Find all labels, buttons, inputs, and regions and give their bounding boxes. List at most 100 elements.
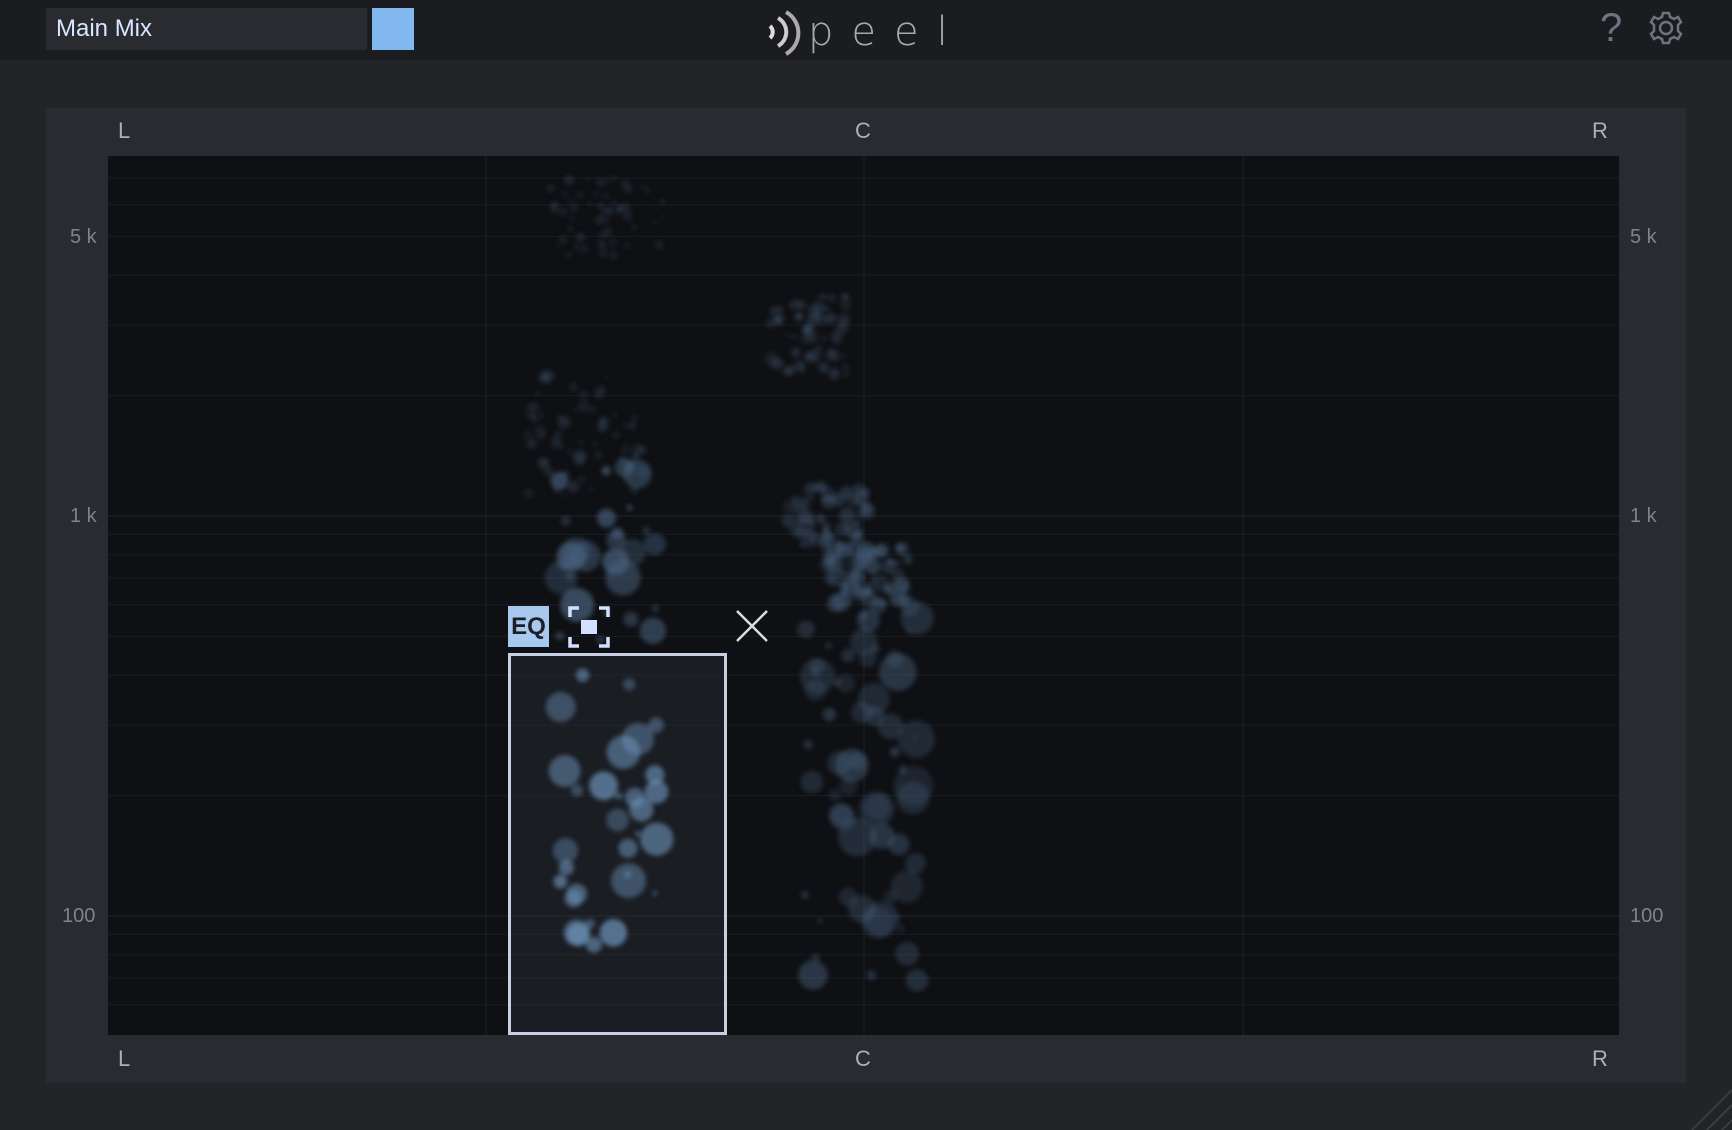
sound-bubble bbox=[560, 190, 568, 198]
sound-bubble bbox=[820, 486, 836, 502]
sound-bubble bbox=[602, 192, 610, 200]
sound-bubble bbox=[567, 480, 580, 493]
sound-bubble bbox=[890, 596, 897, 604]
sound-bubble bbox=[843, 561, 850, 568]
sound-bubble bbox=[597, 202, 605, 210]
sound-bubble bbox=[866, 970, 877, 981]
sound-bubble bbox=[765, 318, 775, 329]
sound-bubble bbox=[579, 390, 588, 400]
sound-bubble bbox=[622, 203, 631, 212]
sound-bubble bbox=[653, 219, 658, 224]
sound-bubble bbox=[565, 176, 571, 182]
sound-bubble bbox=[911, 734, 918, 741]
sound-bubble bbox=[616, 209, 621, 214]
logo-waves-icon bbox=[768, 10, 801, 56]
freq-label-1k-right: 1 k bbox=[1630, 505, 1657, 527]
sound-bubble bbox=[593, 450, 603, 460]
sound-bubble bbox=[642, 526, 650, 535]
sound-bubble bbox=[905, 852, 926, 874]
sound-bubble bbox=[845, 522, 861, 538]
sound-bubble bbox=[869, 823, 895, 849]
sound-bubble bbox=[523, 430, 533, 439]
sound-bubble bbox=[550, 438, 561, 449]
sound-bubble bbox=[603, 206, 613, 217]
sound-bubble bbox=[661, 215, 666, 220]
sound-bubble bbox=[802, 324, 812, 334]
sound-bubble bbox=[530, 402, 540, 412]
sound-bubble bbox=[826, 751, 852, 776]
sound-bubble bbox=[587, 201, 593, 207]
sound-bubble bbox=[603, 227, 613, 237]
sound-bubble bbox=[651, 605, 659, 613]
freq-label-5k-left: 5 k bbox=[70, 226, 97, 248]
sound-bubble bbox=[569, 215, 575, 222]
sound-bubble bbox=[597, 417, 611, 430]
sound-bubble bbox=[628, 421, 637, 430]
sound-bubble bbox=[568, 198, 573, 203]
sound-bubble bbox=[784, 365, 796, 376]
freq-label-5k-right: 5 k bbox=[1630, 226, 1657, 248]
sound-bubble bbox=[901, 584, 909, 592]
sound-bubble bbox=[550, 472, 569, 490]
sound-bubble bbox=[796, 300, 807, 311]
sound-bubble bbox=[799, 366, 806, 373]
sound-bubble bbox=[624, 242, 630, 249]
sound-bubble bbox=[643, 533, 666, 556]
sound-bubble bbox=[612, 431, 620, 439]
close-icon[interactable] bbox=[734, 608, 770, 644]
sound-bubble bbox=[800, 890, 810, 900]
sound-bubble bbox=[593, 190, 600, 198]
mix-name-field[interactable]: Main Mix bbox=[46, 8, 367, 50]
focus-icon[interactable] bbox=[568, 606, 610, 648]
pan-label-right-top: R bbox=[1592, 118, 1608, 143]
help-icon[interactable]: ? bbox=[1600, 6, 1622, 51]
sound-bubble bbox=[585, 176, 590, 181]
sound-bubble bbox=[794, 312, 805, 323]
resize-grip-icon[interactable] bbox=[1682, 1080, 1732, 1130]
sound-bubble bbox=[595, 177, 606, 187]
stereo-frequency-field[interactable] bbox=[108, 156, 1619, 1035]
sound-bubble bbox=[623, 611, 639, 627]
selection-region[interactable] bbox=[508, 653, 727, 1035]
sound-bubble bbox=[623, 184, 632, 193]
sound-bubble bbox=[534, 424, 547, 437]
pan-label-left-top: L bbox=[118, 118, 131, 143]
sound-bubble bbox=[854, 509, 864, 519]
pan-label-right-bottom: R bbox=[1592, 1046, 1608, 1071]
logo: peel bbox=[762, 8, 966, 56]
sound-bubble bbox=[561, 493, 566, 498]
sound-bubble bbox=[611, 199, 617, 205]
sound-bubble bbox=[579, 439, 584, 445]
gear-icon[interactable] bbox=[1648, 10, 1684, 46]
sound-bubble bbox=[539, 457, 550, 468]
sound-bubble bbox=[898, 765, 908, 775]
sound-bubble bbox=[857, 682, 891, 716]
sound-bubble bbox=[905, 969, 929, 992]
freq-label-100-left: 100 bbox=[62, 905, 96, 927]
sound-bubble bbox=[798, 960, 828, 990]
sound-bubble bbox=[818, 293, 825, 300]
sound-bubble bbox=[823, 551, 836, 564]
sound-bubble bbox=[525, 438, 538, 450]
sound-bubble bbox=[846, 586, 852, 592]
sound-bubble bbox=[621, 423, 627, 428]
sound-bubble bbox=[535, 390, 541, 396]
sound-bubble bbox=[824, 368, 829, 373]
sound-bubble bbox=[835, 322, 849, 335]
sound-bubble bbox=[839, 507, 855, 524]
sound-bubble bbox=[893, 560, 900, 567]
sound-bubble bbox=[900, 601, 934, 635]
sound-bubble bbox=[788, 303, 795, 309]
sound-bubble bbox=[841, 648, 856, 663]
sound-bubble bbox=[855, 548, 874, 566]
sound-bubble bbox=[843, 307, 849, 313]
sound-bubble bbox=[577, 400, 590, 413]
sound-bubble bbox=[807, 349, 821, 363]
sound-bubble bbox=[569, 382, 579, 392]
sound-bubble bbox=[827, 533, 835, 541]
sound-bubble bbox=[592, 441, 598, 447]
mix-color-swatch[interactable] bbox=[372, 8, 414, 50]
sound-bubble bbox=[841, 354, 847, 359]
eq-button[interactable]: EQ bbox=[508, 606, 549, 647]
sound-bubble bbox=[558, 234, 568, 245]
